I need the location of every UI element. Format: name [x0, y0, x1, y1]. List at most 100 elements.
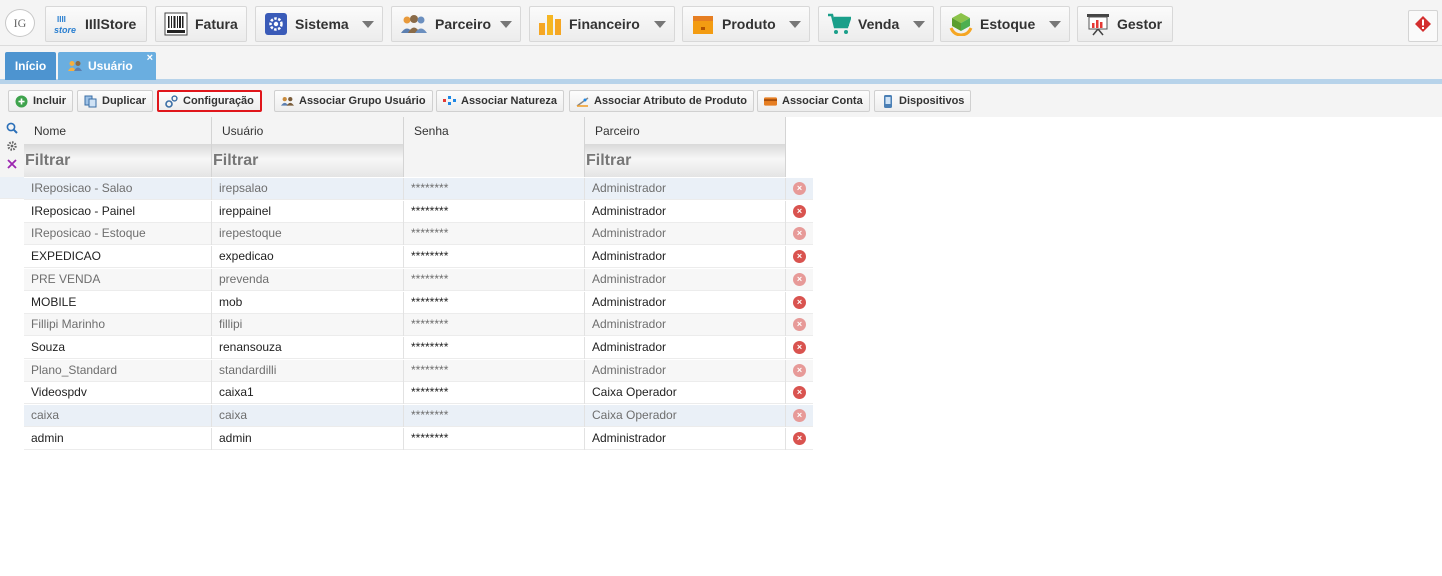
- filter-nome[interactable]: Filtrar: [24, 144, 212, 177]
- cell-usuario: caixa: [212, 405, 404, 427]
- menu-label: IIllStore: [85, 16, 137, 32]
- menu-illistore[interactable]: IIII store IIllStore: [45, 6, 147, 42]
- tab-close-icon[interactable]: ×: [147, 53, 153, 64]
- delete-glyph: ×: [796, 296, 803, 307]
- cell-senha: ********: [404, 246, 585, 269]
- dispositivos-button[interactable]: Dispositivos: [874, 90, 972, 112]
- filter-usuario[interactable]: Filtrar: [212, 144, 404, 177]
- delete-row-icon[interactable]: ×: [793, 340, 806, 354]
- alert-button[interactable]: [1408, 10, 1438, 42]
- plus-circle-icon: [15, 95, 28, 108]
- table-row[interactable]: Plano_Standard standardilli ******** Admini…: [24, 359, 813, 382]
- column-title: Parceiro: [595, 123, 640, 138]
- delete-glyph: ×: [796, 410, 803, 420]
- menu-venda[interactable]: Venda: [818, 6, 934, 42]
- clear-filter-icon[interactable]: [5, 157, 19, 171]
- menu-sistema[interactable]: Sistema: [255, 6, 383, 42]
- menu-parceiro[interactable]: Parceiro: [391, 6, 521, 42]
- nature-icon: [443, 95, 456, 108]
- cell-parceiro: Administrador: [585, 291, 786, 314]
- button-label: Associar Grupo Usuário: [299, 95, 426, 107]
- filter-parceiro[interactable]: Filtrar: [585, 144, 786, 177]
- svg-text:store: store: [54, 25, 76, 35]
- account-icon: [764, 95, 777, 108]
- warning-diamond-icon: [1415, 15, 1431, 37]
- cell-senha: ********: [404, 223, 585, 246]
- delete-row-icon[interactable]: ×: [793, 272, 806, 286]
- button-label: Incluir: [33, 95, 67, 107]
- cell-usuario: caixa1: [212, 382, 404, 405]
- menu-estoque[interactable]: Estoque: [940, 6, 1070, 42]
- associar-conta-button[interactable]: Associar Conta: [757, 90, 870, 112]
- incluir-button[interactable]: Incluir: [8, 90, 74, 112]
- delete-row-icon[interactable]: ×: [793, 295, 806, 309]
- configuracao-button[interactable]: Configuração: [157, 90, 262, 112]
- table-row[interactable]: Videospdv caixa1 ******** Caixa Operador ×: [24, 382, 813, 405]
- cell-nome: EXPEDICAO: [24, 246, 212, 269]
- menu-financeiro[interactable]: Financeiro: [529, 6, 675, 42]
- column-header-parceiro[interactable]: Parceiro: [585, 117, 786, 144]
- cell-parceiro: Caixa Operador: [585, 382, 786, 405]
- associar-atributo-produto-button[interactable]: Associar Atributo de Produto: [569, 90, 754, 112]
- delete-glyph: ×: [796, 319, 803, 330]
- table-row[interactable]: MOBILE mob ******** Administrador ×: [24, 291, 813, 314]
- delete-row-icon[interactable]: ×: [793, 409, 806, 422]
- table-row[interactable]: caixa caixa ******** Caixa Operador ×: [24, 405, 813, 427]
- cell-senha: ********: [404, 200, 585, 223]
- logo[interactable]: IG: [5, 9, 35, 37]
- column-header-usuario[interactable]: Usuário: [212, 117, 404, 144]
- button-label: Associar Conta: [782, 95, 863, 107]
- cell-nome: Fillipi Marinho: [24, 314, 212, 337]
- cell-parceiro: Administrador: [585, 178, 786, 200]
- tab-usuario[interactable]: Usuário ×: [58, 52, 156, 80]
- delete-row-icon[interactable]: ×: [793, 318, 806, 332]
- table-row[interactable]: IReposicao - Salao irepsalao ******** Admin…: [24, 178, 813, 200]
- cell-parceiro: Caixa Operador: [585, 405, 786, 427]
- table-row[interactable]: Fillipi Marinho fillipi ******** Administra…: [24, 314, 813, 337]
- cell-parceiro: Administrador: [585, 246, 786, 269]
- gear-icon[interactable]: [5, 139, 19, 153]
- cell-nome: MOBILE: [24, 291, 212, 314]
- column-header-senha[interactable]: Senha: [404, 117, 585, 144]
- delete-glyph: ×: [796, 432, 803, 443]
- menu-label: Sistema: [295, 16, 349, 32]
- cell-nome: Souza: [24, 336, 212, 359]
- table-row[interactable]: IReposicao - Estoque irepestoque ******** A…: [24, 223, 813, 246]
- search-icon[interactable]: [5, 121, 19, 135]
- delete-row-icon[interactable]: ×: [793, 386, 806, 400]
- delete-row-icon[interactable]: ×: [793, 227, 806, 241]
- duplicar-button[interactable]: Duplicar: [77, 90, 154, 112]
- delete-glyph: ×: [796, 364, 803, 375]
- cell-parceiro: Administrador: [585, 336, 786, 359]
- associar-natureza-button[interactable]: Associar Natureza: [436, 90, 564, 112]
- delete-row-icon[interactable]: ×: [793, 182, 806, 195]
- button-label: Associar Natureza: [461, 95, 557, 107]
- delete-row-icon[interactable]: ×: [793, 363, 806, 377]
- table-row[interactable]: EXPEDICAO expedicao ******** Administrador ×: [24, 246, 813, 269]
- menu-produto[interactable]: Produto: [682, 6, 810, 42]
- cell-nome: admin: [24, 427, 212, 450]
- table-row[interactable]: admin admin ******** Administrador ×: [24, 427, 813, 450]
- button-label: Duplicar: [102, 95, 147, 107]
- menu-gestor[interactable]: Gestor: [1077, 6, 1173, 42]
- menu-label: Parceiro: [435, 16, 492, 32]
- menu-fatura[interactable]: Fatura: [155, 6, 247, 42]
- filter-senha-empty: [404, 144, 585, 177]
- svg-text:IIII: IIII: [57, 15, 66, 24]
- chevron-down-icon: [789, 20, 801, 28]
- associar-grupo-usuario-button[interactable]: Associar Grupo Usuário: [274, 90, 433, 112]
- users-icon: [68, 60, 82, 72]
- table-row[interactable]: Souza renansouza ******** Administrador ×: [24, 336, 813, 359]
- table-row[interactable]: PRE VENDA prevenda ******** Administrador ×: [24, 268, 813, 291]
- chevron-down-icon: [362, 20, 374, 28]
- delete-row-icon[interactable]: ×: [793, 204, 806, 218]
- delete-row-icon[interactable]: ×: [793, 250, 806, 264]
- tab-inicio[interactable]: Início: [5, 52, 56, 80]
- cell-parceiro: Administrador: [585, 427, 786, 450]
- cell-senha: ********: [404, 359, 585, 382]
- menu-label: Gestor: [1117, 16, 1163, 32]
- stock-cube-icon: [949, 12, 973, 36]
- column-header-nome[interactable]: Nome: [24, 117, 212, 144]
- delete-row-icon[interactable]: ×: [793, 431, 806, 445]
- table-row[interactable]: IReposicao - Painel ireppainel ******** Adm…: [24, 200, 813, 223]
